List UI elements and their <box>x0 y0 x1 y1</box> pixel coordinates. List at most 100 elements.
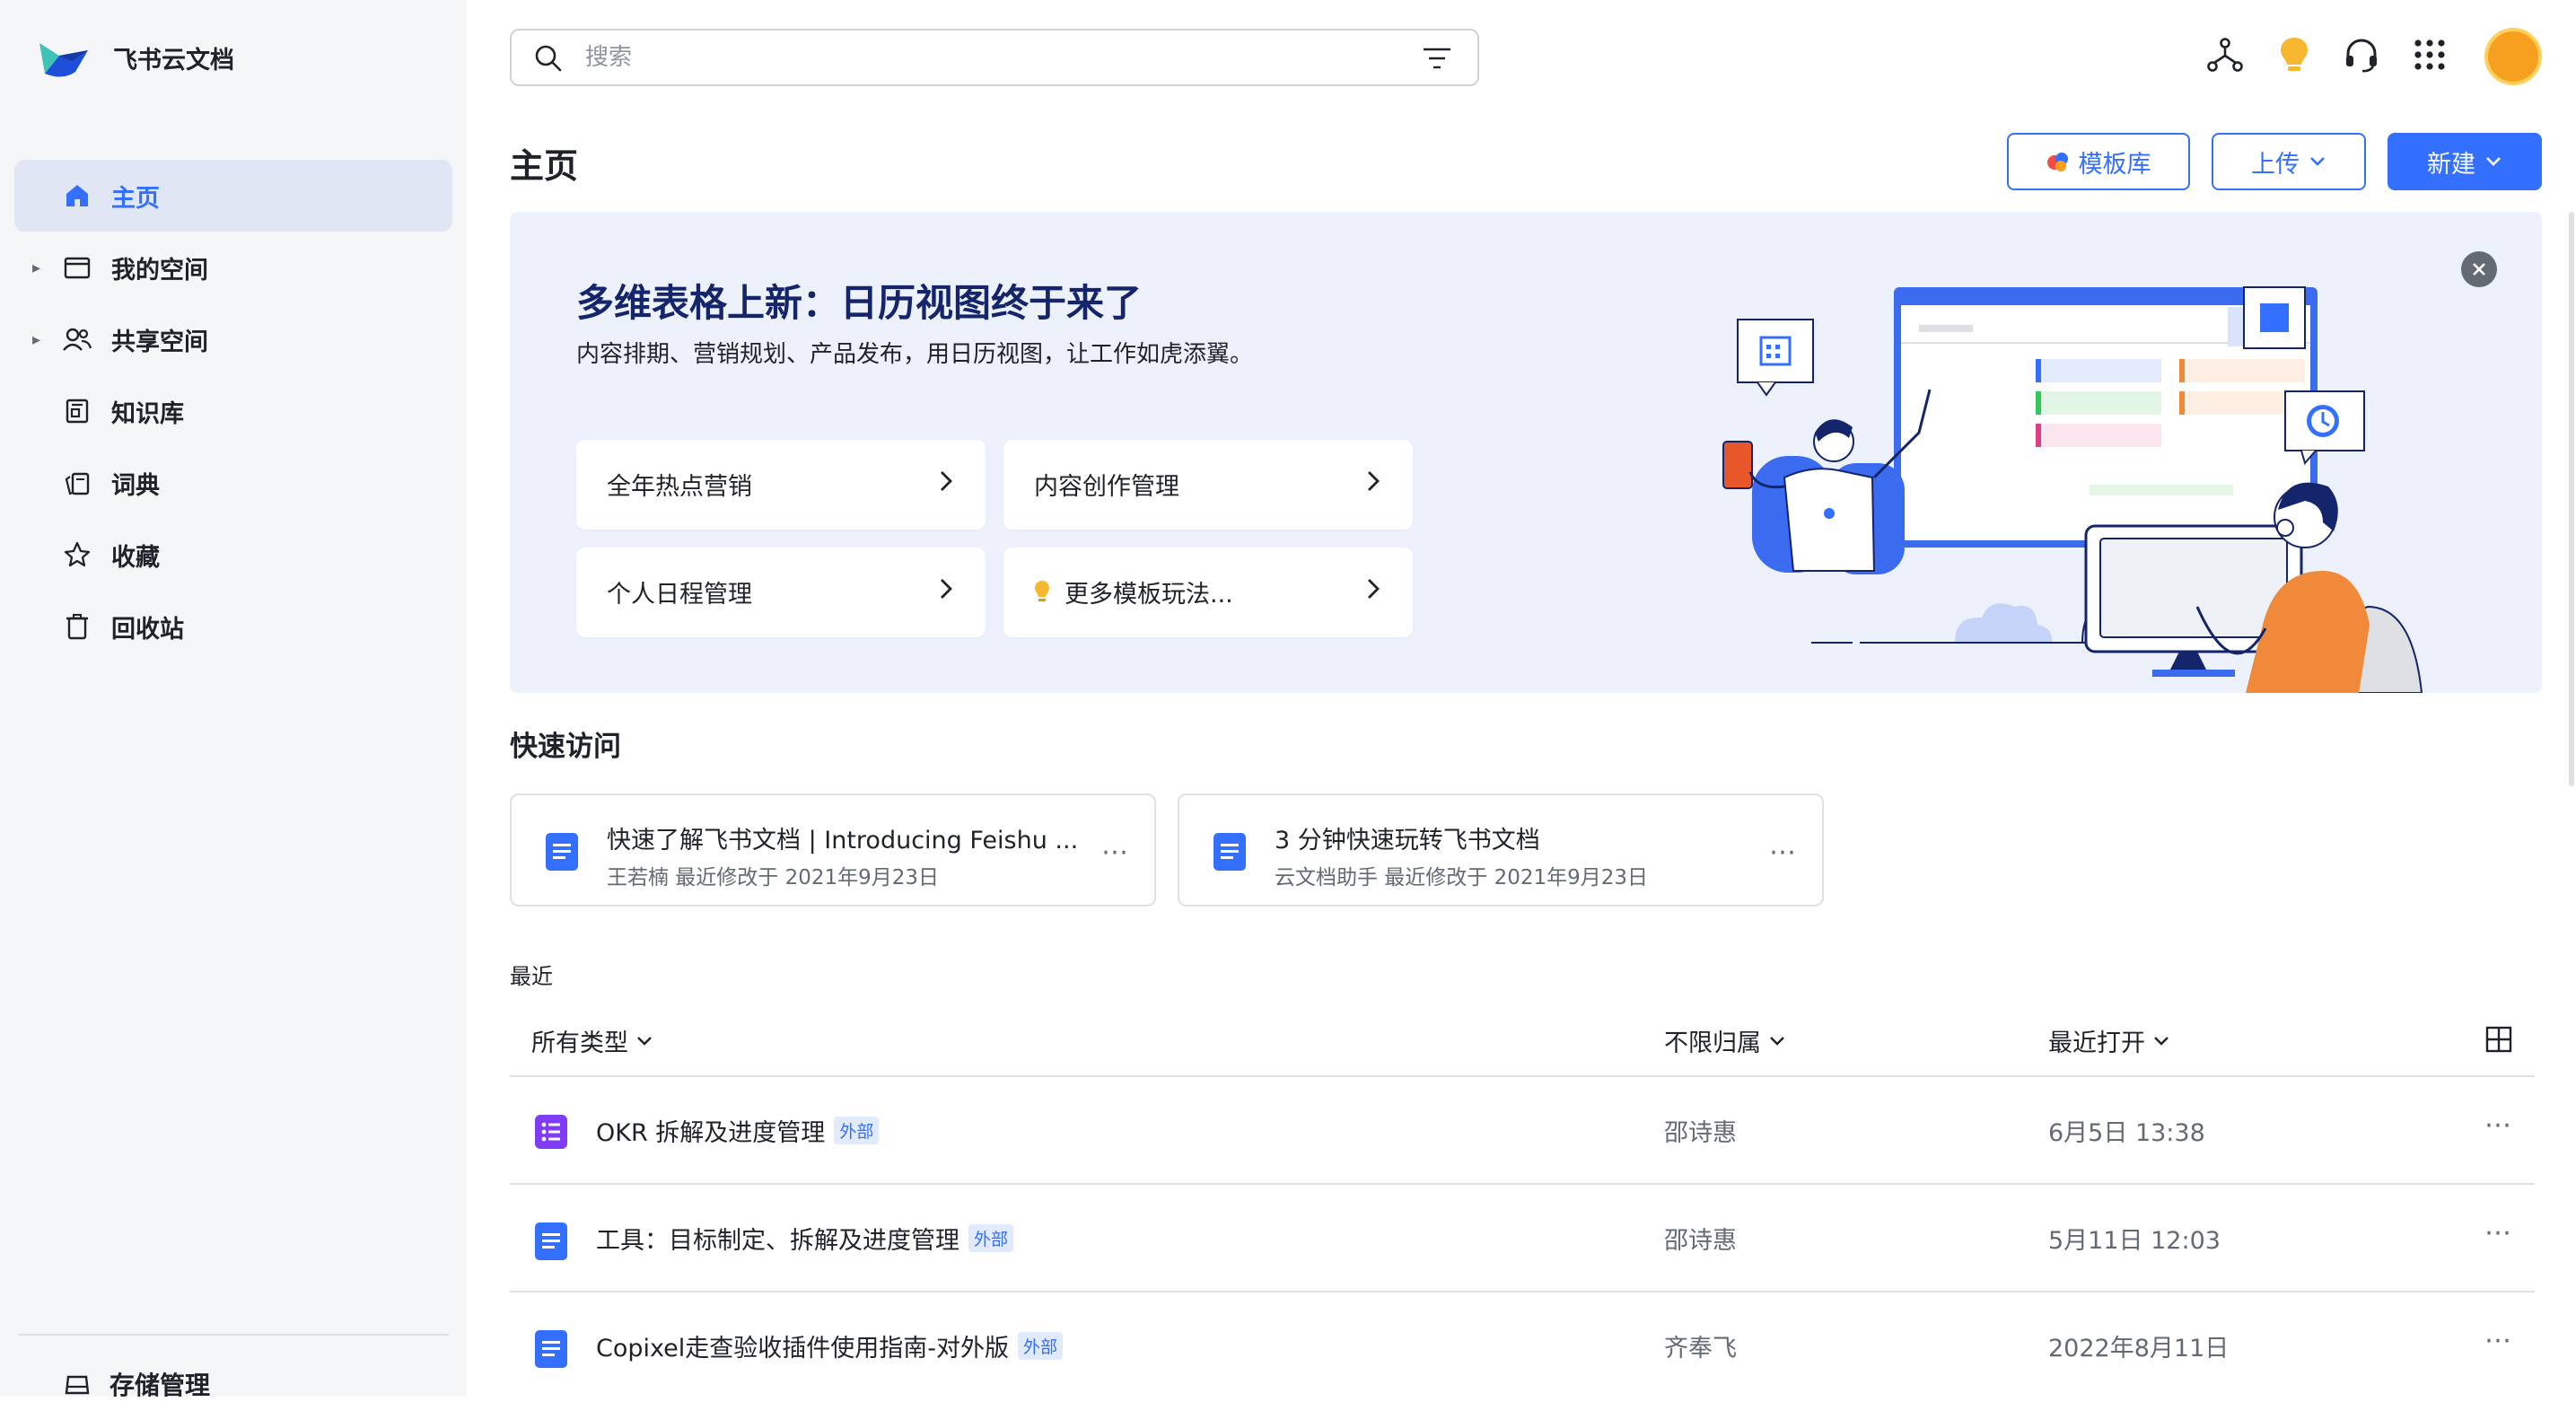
new-button[interactable]: 新建 <box>2388 133 2542 190</box>
banner-card-more-templates[interactable]: 更多模板玩法... <box>1003 548 1413 637</box>
storage-label: 存储管理 <box>110 1371 211 1400</box>
more-icon[interactable]: ⋯ <box>2484 1217 2511 1249</box>
sidebar-item-label: 主页 <box>111 184 160 213</box>
banner-card-personal-schedule[interactable]: 个人日程管理 <box>576 548 986 637</box>
table-row[interactable]: 工具：目标制定、拆解及进度管理 外部 邵诗惠 5月11日 12:03 ⋯ <box>510 1185 2535 1291</box>
folder-icon <box>61 251 93 284</box>
quick-access-card[interactable]: 3 分钟快速玩转飞书文档 云文档助手 最近修改于 2021年9月23日 ⋯ <box>1178 793 1824 907</box>
quick-access-meta: 云文档助手 最近修改于 2021年9月23日 <box>1275 866 1649 889</box>
external-badge: 外部 <box>1018 1332 1064 1360</box>
close-icon <box>2473 263 2485 276</box>
promo-banner[interactable]: 多维表格上新：日历视图终于来了 内容排期、营销规划、产品发布，用日历视图，让工作… <box>510 212 2542 693</box>
doc-icon <box>535 1222 567 1260</box>
new-label: 新建 <box>2427 150 2475 179</box>
user-avatar[interactable] <box>2484 28 2542 85</box>
headset-icon[interactable] <box>2339 32 2384 77</box>
chevron-right-icon <box>1368 471 1380 491</box>
more-icon[interactable]: ⋯ <box>2484 1325 2511 1356</box>
file-time: 6月5日 13:38 <box>2048 1119 2205 1147</box>
filter-icon[interactable] <box>1422 45 1452 72</box>
type-filter-label: 所有类型 <box>531 1030 628 1057</box>
sidebar-item-label: 词典 <box>111 471 160 500</box>
org-chart-icon[interactable] <box>2203 32 2247 77</box>
lightbulb-icon[interactable] <box>2272 32 2317 77</box>
caret-right-icon[interactable]: ▸ <box>32 258 40 277</box>
owner-filter-label: 不限归属 <box>1664 1030 1761 1057</box>
file-time: 5月11日 12:03 <box>2048 1227 2221 1255</box>
sidebar-item-my-space[interactable]: ▸ 我的空间 <box>14 232 452 303</box>
book-icon <box>61 395 93 427</box>
star-icon <box>61 539 93 571</box>
banner-card-annual-marketing[interactable]: 全年热点营销 <box>576 440 986 530</box>
storage-management[interactable]: 存储管理 <box>63 1366 210 1402</box>
sidebar-item-favorites[interactable]: 收藏 <box>14 519 452 591</box>
banner-card-content-creation[interactable]: 内容创作管理 <box>1003 440 1413 530</box>
external-badge: 外部 <box>834 1117 880 1144</box>
caret-right-icon[interactable]: ▸ <box>32 330 40 349</box>
chevron-down-icon <box>1770 1036 1784 1046</box>
doc-icon <box>546 833 578 871</box>
upload-button[interactable]: 上传 <box>2212 133 2366 190</box>
file-name: Copixel走查验收插件使用指南-对外版 <box>596 1335 1010 1363</box>
file-owner: 齐奉飞 <box>1664 1335 1737 1363</box>
quick-access-name: 快速了解飞书文档 | Introducing Feishu ... <box>607 827 1079 854</box>
more-icon[interactable]: ⋯ <box>1769 837 1797 868</box>
close-banner-button[interactable] <box>2461 251 2497 287</box>
app-logo[interactable]: 飞书云文档 <box>36 34 234 81</box>
sidebar-item-label: 收藏 <box>111 543 160 572</box>
file-name: OKR 拆解及进度管理 <box>596 1119 826 1147</box>
owner-filter-dropdown[interactable]: 不限归属 <box>1664 1023 1786 1058</box>
sidebar-item-label: 共享空间 <box>111 328 208 356</box>
storage-icon <box>65 1375 90 1395</box>
apps-grid-icon[interactable] <box>2407 32 2452 77</box>
page-title: 主页 <box>510 146 579 186</box>
type-filter-dropdown[interactable]: 所有类型 <box>531 1023 653 1058</box>
grid-view-icon[interactable] <box>2484 1025 2513 1054</box>
search-input[interactable] <box>583 41 1355 74</box>
calendar-illustration <box>1722 286 2423 693</box>
search-icon <box>535 45 562 72</box>
chevron-right-icon <box>941 579 952 599</box>
more-icon[interactable]: ⋯ <box>2484 1109 2511 1141</box>
quick-access-meta: 王若楠 最近修改于 2021年9月23日 <box>607 866 940 889</box>
bitable-icon <box>535 1115 567 1149</box>
dictionary-icon <box>61 467 93 499</box>
home-icon <box>61 180 93 212</box>
lightbulb-icon <box>1035 581 1049 601</box>
banner-card-label: 内容创作管理 <box>1034 473 1179 501</box>
upload-label: 上传 <box>2251 150 2300 179</box>
quick-access-card[interactable]: 快速了解飞书文档 | Introducing Feishu ... 王若楠 最近… <box>510 793 1156 907</box>
doc-icon <box>1214 833 1246 871</box>
banner-card-label: 更多模板玩法... <box>1065 581 1233 609</box>
sidebar-item-wiki[interactable]: 知识库 <box>14 375 452 447</box>
template-library-label: 模板库 <box>2078 150 2151 179</box>
quick-access-title: 快速访问 <box>510 731 621 763</box>
sort-label: 最近打开 <box>2048 1030 2145 1057</box>
file-name: 工具：目标制定、拆解及进度管理 <box>596 1227 959 1255</box>
chevron-down-icon <box>2310 157 2325 166</box>
more-icon[interactable]: ⋯ <box>1101 837 1129 868</box>
chevron-down-icon <box>637 1036 652 1046</box>
scrollbar[interactable] <box>2569 212 2574 786</box>
table-row[interactable]: Copixel走查验收插件使用指南-对外版 外部 齐奉飞 2022年8月11日 ⋯ <box>510 1292 2535 1398</box>
search-bar[interactable] <box>510 29 1479 86</box>
banner-title: 多维表格上新：日历视图终于来了 <box>576 281 1143 325</box>
recent-title: 最近 <box>510 964 553 989</box>
chevron-right-icon <box>1368 579 1380 599</box>
sidebar-item-label: 我的空间 <box>111 256 208 285</box>
chevron-right-icon <box>941 471 952 491</box>
sort-dropdown[interactable]: 最近打开 <box>2048 1023 2170 1058</box>
sidebar-item-label: 知识库 <box>111 399 184 428</box>
chevron-down-icon <box>2154 1036 2169 1046</box>
banner-subtitle: 内容排期、营销规划、产品发布，用日历视图，让工作如虎添翼。 <box>576 341 1254 368</box>
doc-icon <box>535 1330 567 1368</box>
sidebar-item-dictionary[interactable]: 词典 <box>14 447 452 519</box>
chevron-down-icon <box>2486 157 2501 166</box>
sidebar-item-shared-space[interactable]: ▸ 共享空间 <box>14 303 452 375</box>
template-library-button[interactable]: 模板库 <box>2007 133 2190 190</box>
sidebar-item-trash[interactable]: 回收站 <box>14 591 452 662</box>
sidebar-item-home[interactable]: 主页 <box>14 160 452 232</box>
file-time: 2022年8月11日 <box>2048 1335 2230 1363</box>
table-row[interactable]: OKR 拆解及进度管理 外部 邵诗惠 6月5日 13:38 ⋯ <box>510 1077 2535 1183</box>
file-owner: 邵诗惠 <box>1664 1119 1737 1147</box>
